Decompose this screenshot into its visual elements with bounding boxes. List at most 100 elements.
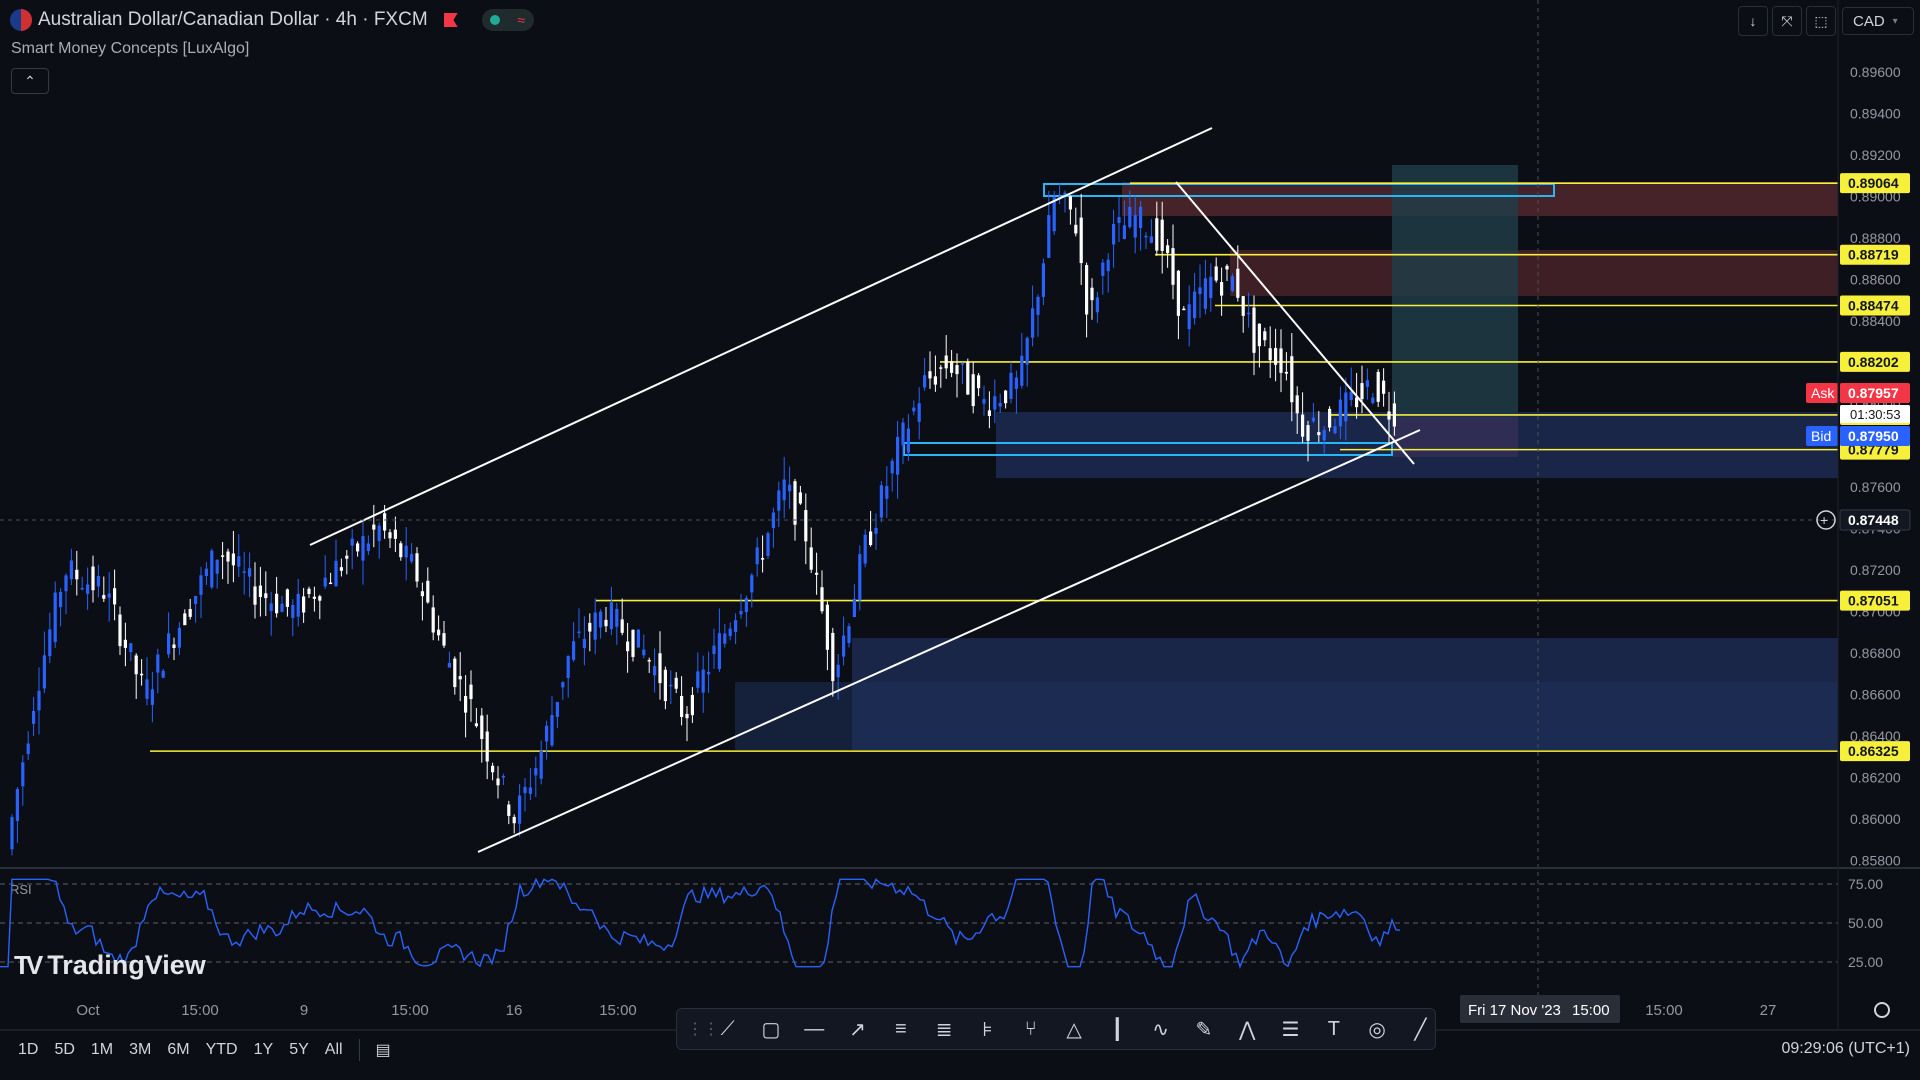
calendar-range-icon[interactable]: ▤ (368, 1036, 399, 1064)
candle-body (140, 673, 144, 676)
price-chart[interactable]: 0.896000.894000.892000.890000.888000.886… (0, 0, 1920, 1080)
level-price-text: 0.87051 (1848, 593, 1899, 609)
candle-body (21, 762, 25, 787)
candle-body (836, 664, 840, 678)
candle-body (415, 553, 419, 582)
line-icon[interactable]: ╱ (1406, 1012, 1435, 1046)
candle-body (896, 436, 900, 475)
candle-body (458, 676, 462, 680)
level-price-text: 0.88202 (1848, 354, 1899, 370)
candle-body (1295, 395, 1299, 414)
candle-body (879, 485, 883, 518)
brush-icon[interactable]: ✎ (1189, 1012, 1218, 1046)
bid-label: Bid (1811, 428, 1831, 444)
candle-body (102, 595, 106, 599)
symbol-header[interactable]: Australian Dollar/Canadian Dollar · 4h ·… (10, 8, 534, 32)
candle-body (237, 556, 241, 567)
candle-body (1176, 270, 1180, 316)
compress-icon[interactable]: ⤧ (1772, 6, 1802, 36)
price-tick: 0.86600 (1850, 687, 1901, 703)
timeframe-1d[interactable]: 1D (10, 1037, 46, 1063)
candle-body (528, 787, 532, 794)
level-price-text: 0.88719 (1848, 247, 1899, 263)
timeframe-all[interactable]: All (317, 1037, 351, 1063)
price-tick: 0.89400 (1850, 106, 1901, 122)
horizontal-line-icon[interactable]: — (800, 1012, 829, 1046)
candle-body (307, 588, 311, 594)
time-tick: 16 (506, 1002, 523, 1019)
candle-body (161, 670, 165, 678)
candle-body (566, 655, 570, 679)
candle-body (177, 627, 181, 648)
candle-body (1036, 296, 1040, 315)
candles-icon[interactable]: ┃ (1103, 1012, 1132, 1046)
drawing-toolbar: ⋮⋮ ⟋ ▢ — ↗ ≡ ≣ ⊧ ⑂ △ ┃ ∿ ✎ ⋀ ☰ T ◎ ╱ (676, 1008, 1436, 1050)
timeframe-3m[interactable]: 3M (121, 1037, 159, 1063)
candle-body (323, 577, 327, 587)
regression-icon[interactable]: ≣ (929, 1012, 958, 1046)
candle-body (442, 633, 446, 646)
crosshair-date: Fri 17 Nov '23 (1468, 1002, 1561, 1019)
timeframe-1m[interactable]: 1M (83, 1037, 121, 1063)
elliott-icon[interactable]: ⋀ (1233, 1012, 1262, 1046)
ask-price: 0.87957 (1848, 385, 1899, 401)
market-status-badge[interactable]: ≈ (481, 9, 534, 31)
price-tick: 0.87600 (1850, 479, 1901, 495)
indicator-name[interactable]: Smart Money Concepts [LuxAlgo] (11, 40, 249, 58)
channel-upper-line[interactable] (309, 127, 1213, 546)
candle-body (674, 677, 678, 689)
price-tick: 0.86800 (1850, 645, 1901, 661)
candle-body (1128, 206, 1132, 227)
candle-body (1193, 291, 1197, 319)
lines-icon[interactable]: ☰ (1276, 1012, 1305, 1046)
candle-body (1214, 266, 1218, 281)
pattern-icon[interactable]: △ (1059, 1012, 1088, 1046)
collapse-indicators-button[interactable]: ⌃ (11, 68, 49, 94)
candle-body (377, 525, 381, 541)
pitchfork-icon[interactable]: ⑂ (1016, 1012, 1045, 1046)
fib-icon[interactable]: ⊧ (973, 1012, 1002, 1046)
candle-body (32, 710, 36, 724)
candle-body (1079, 217, 1083, 264)
timeframe-5y[interactable]: 5Y (281, 1037, 317, 1063)
circle-icon[interactable]: ◎ (1362, 1012, 1391, 1046)
parallel-channel-icon[interactable]: ≡ (886, 1012, 915, 1046)
candle-body (1182, 308, 1186, 311)
arrow-down-icon[interactable]: ↓ (1738, 6, 1768, 36)
candle-body (771, 512, 775, 529)
timeframe-1y[interactable]: 1Y (246, 1037, 282, 1063)
timeframe-5d[interactable]: 5D (46, 1037, 82, 1063)
candle-body (258, 585, 262, 598)
level-price-text: 0.86325 (1848, 743, 1899, 759)
ray-icon[interactable]: ↗ (843, 1012, 872, 1046)
candle-body (960, 363, 964, 365)
clock[interactable]: 09:29:06 (UTC+1) (1781, 1040, 1910, 1058)
crosshair-time: 15:00 (1572, 1002, 1610, 1019)
candle-body (199, 575, 203, 595)
candle-body (404, 545, 408, 558)
candle-body (523, 786, 527, 794)
candle-body (1009, 372, 1013, 399)
time-tick: 27 (1760, 1002, 1777, 1019)
candle-body (150, 689, 154, 705)
candle-body (80, 587, 84, 590)
currency-select[interactable]: CAD ▾ (1842, 7, 1914, 35)
candle-body (653, 666, 657, 676)
candle-body (447, 663, 451, 668)
timeframe-ytd[interactable]: YTD (198, 1037, 246, 1063)
rectangle-icon[interactable]: ▢ (756, 1012, 785, 1046)
candle-body (966, 361, 970, 395)
drag-handle-icon[interactable]: ⋮⋮ (687, 1019, 719, 1039)
curve-icon[interactable]: ∿ (1146, 1012, 1175, 1046)
candle-body (728, 628, 732, 637)
timeframe-6m[interactable]: 6M (159, 1037, 197, 1063)
candle-body (26, 743, 30, 755)
candle-body (1284, 371, 1288, 374)
settings-icon[interactable] (1874, 1002, 1890, 1018)
text-icon[interactable]: T (1319, 1012, 1348, 1046)
price-tick: 0.86200 (1850, 770, 1901, 786)
fullscreen-icon[interactable]: ⬚ (1806, 6, 1836, 36)
candle-body (512, 816, 516, 824)
flag-marker-icon[interactable] (443, 13, 458, 27)
trend-line-icon[interactable]: ⟋ (713, 1012, 742, 1046)
